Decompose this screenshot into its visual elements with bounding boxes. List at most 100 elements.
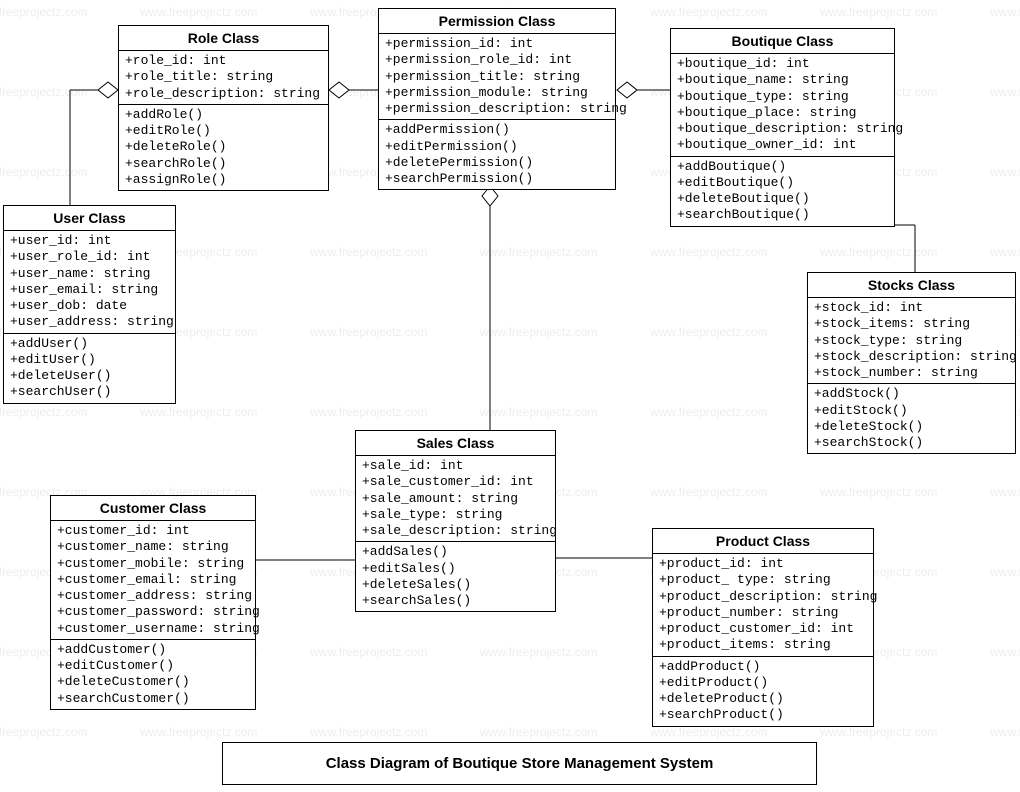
class-row: +stock_id: int [814, 300, 1009, 316]
class-row: +customer_username: string [57, 621, 249, 637]
ops: +addSales()+editSales()+deleteSales()+se… [356, 542, 555, 611]
class-row: +user_name: string [10, 266, 169, 282]
class-row: +boutique_id: int [677, 56, 888, 72]
class-row: +deleteBoutique() [677, 191, 888, 207]
class-row: +boutique_place: string [677, 105, 888, 121]
class-row: +addProduct() [659, 659, 867, 675]
class-row: +editCustomer() [57, 658, 249, 674]
class-row: +editStock() [814, 403, 1009, 419]
class-row: +product_customer_id: int [659, 621, 867, 637]
class-row: +deleteCustomer() [57, 674, 249, 690]
class-row: +deleteProduct() [659, 691, 867, 707]
class-row: +product_id: int [659, 556, 867, 572]
class-row: +editUser() [10, 352, 169, 368]
class-row: +deleteSales() [362, 577, 549, 593]
class-row: +editProduct() [659, 675, 867, 691]
class-row: +stock_type: string [814, 333, 1009, 349]
class-customer: Customer Class +customer_id: int+custome… [50, 495, 256, 710]
class-row: +addCustomer() [57, 642, 249, 658]
class-row: +searchRole() [125, 156, 322, 172]
class-title: User Class [4, 206, 175, 231]
class-row: +searchSales() [362, 593, 549, 609]
class-row: +permission_role_id: int [385, 52, 609, 68]
class-row: +user_email: string [10, 282, 169, 298]
ops: +addPermission()+editPermission()+delete… [379, 120, 615, 189]
class-row: +customer_mobile: string [57, 556, 249, 572]
attrs: +boutique_id: int+boutique_name: string+… [671, 54, 894, 157]
class-row: +deleteUser() [10, 368, 169, 384]
attrs: +user_id: int+user_role_id: int+user_nam… [4, 231, 175, 334]
attrs: +product_id: int+product_ type: string+p… [653, 554, 873, 657]
class-title: Customer Class [51, 496, 255, 521]
class-row: +assignRole() [125, 172, 322, 188]
class-row: +product_description: string [659, 589, 867, 605]
class-row: +product_ type: string [659, 572, 867, 588]
class-row: +customer_name: string [57, 539, 249, 555]
class-row: +boutique_description: string [677, 121, 888, 137]
class-row: +editPermission() [385, 139, 609, 155]
class-title: Role Class [119, 26, 328, 51]
class-row: +deleteRole() [125, 139, 322, 155]
ops: +addCustomer()+editCustomer()+deleteCust… [51, 640, 255, 709]
class-row: +sale_type: string [362, 507, 549, 523]
class-row: +customer_password: string [57, 604, 249, 620]
class-row: +editRole() [125, 123, 322, 139]
class-row: +searchCustomer() [57, 691, 249, 707]
class-row: +searchStock() [814, 435, 1009, 451]
class-row: +deletePermission() [385, 155, 609, 171]
diagram-caption: Class Diagram of Boutique Store Manageme… [222, 742, 817, 785]
class-row: +addStock() [814, 386, 1009, 402]
class-row: +deleteStock() [814, 419, 1009, 435]
ops: +addStock()+editStock()+deleteStock()+se… [808, 384, 1015, 453]
class-row: +role_description: string [125, 86, 322, 102]
class-boutique: Boutique Class +boutique_id: int+boutiqu… [670, 28, 895, 227]
class-row: +user_dob: date [10, 298, 169, 314]
ops: +addUser()+editUser()+deleteUser()+searc… [4, 334, 175, 403]
class-row: +customer_address: string [57, 588, 249, 604]
class-title: Sales Class [356, 431, 555, 456]
ops: +addRole()+editRole()+deleteRole()+searc… [119, 105, 328, 190]
class-row: +permission_description: string [385, 101, 609, 117]
class-row: +role_title: string [125, 69, 322, 85]
class-row: +searchBoutique() [677, 207, 888, 223]
class-row: +permission_title: string [385, 69, 609, 85]
class-row: +addSales() [362, 544, 549, 560]
class-title: Boutique Class [671, 29, 894, 54]
class-row: +addBoutique() [677, 159, 888, 175]
attrs: +role_id: int+role_title: string+role_de… [119, 51, 328, 105]
class-row: +stock_number: string [814, 365, 1009, 381]
class-stocks: Stocks Class +stock_id: int+stock_items:… [807, 272, 1016, 454]
attrs: +customer_id: int+customer_name: string+… [51, 521, 255, 640]
class-row: +boutique_name: string [677, 72, 888, 88]
class-row: +boutique_owner_id: int [677, 137, 888, 153]
class-row: +product_number: string [659, 605, 867, 621]
class-title: Permission Class [379, 9, 615, 34]
class-row: +addPermission() [385, 122, 609, 138]
ops: +addBoutique()+editBoutique()+deleteBout… [671, 157, 894, 226]
class-row: +user_address: string [10, 314, 169, 330]
diagram-canvas: Role Class +role_id: int+role_title: str… [0, 0, 1020, 792]
class-row: +user_id: int [10, 233, 169, 249]
class-row: +customer_id: int [57, 523, 249, 539]
class-row: +customer_email: string [57, 572, 249, 588]
ops: +addProduct()+editProduct()+deleteProduc… [653, 657, 873, 726]
class-row: +editBoutique() [677, 175, 888, 191]
class-row: +boutique_type: string [677, 89, 888, 105]
class-title: Stocks Class [808, 273, 1015, 298]
class-row: +sale_amount: string [362, 491, 549, 507]
class-row: +stock_items: string [814, 316, 1009, 332]
class-row: +product_items: string [659, 637, 867, 653]
attrs: +permission_id: int+permission_role_id: … [379, 34, 615, 120]
class-row: +searchUser() [10, 384, 169, 400]
class-user: User Class +user_id: int+user_role_id: i… [3, 205, 176, 404]
class-product: Product Class +product_id: int+product_ … [652, 528, 874, 727]
class-row: +role_id: int [125, 53, 322, 69]
class-title: Product Class [653, 529, 873, 554]
class-row: +sale_id: int [362, 458, 549, 474]
class-row: +permission_module: string [385, 85, 609, 101]
class-sales: Sales Class +sale_id: int+sale_customer_… [355, 430, 556, 612]
class-row: +stock_description: string [814, 349, 1009, 365]
class-row: +searchPermission() [385, 171, 609, 187]
attrs: +stock_id: int+stock_items: string+stock… [808, 298, 1015, 384]
class-row: +permission_id: int [385, 36, 609, 52]
